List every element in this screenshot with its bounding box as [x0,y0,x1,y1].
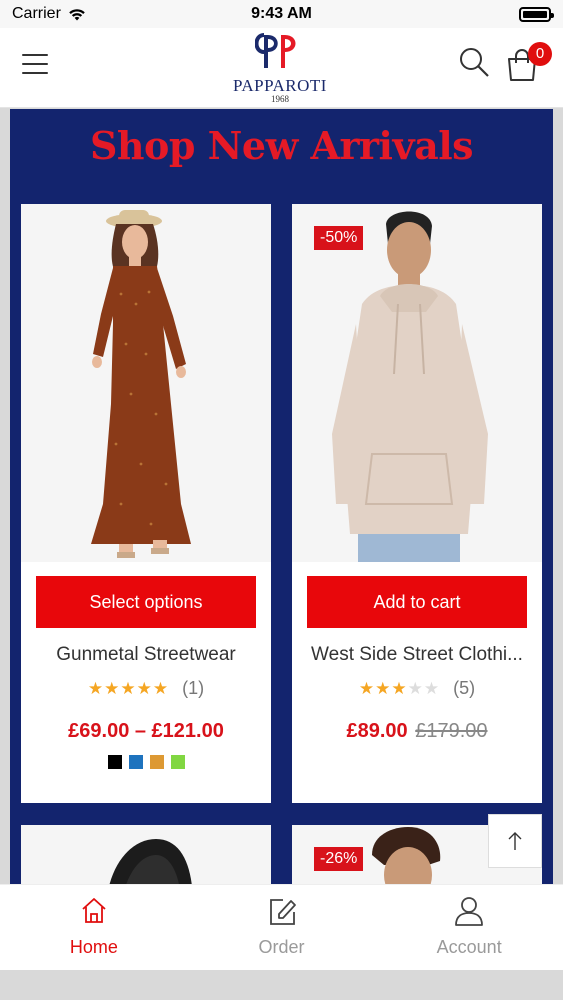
app-header: PAPPAROTI 1968 0 [0,28,563,108]
star-icon: ★★★★★ [87,679,170,698]
nav-order[interactable]: Order [188,885,376,970]
hamburger-icon [22,54,48,56]
select-options-button[interactable]: Select options [36,576,256,628]
bottom-nav: Home Order Account [0,884,563,970]
product-price: £89.00 £179.00 [292,720,542,743]
nav-order-label: Order [258,937,305,957]
product-card[interactable] [21,825,271,884]
cart-button[interactable]: 0 [506,42,552,82]
product-price: £69.00 – £121.00 [68,720,224,742]
logo[interactable]: PAPPAROTI 1968 [230,32,330,104]
new-arrivals-section: Shop New Arrivals Select options Gunmeta… [10,109,553,884]
discount-badge: -26% [314,847,364,871]
shoe-image [21,825,271,884]
user-icon [455,897,484,926]
product-name[interactable]: Gunmetal Streetwear [29,644,263,666]
hoodie-image [292,204,542,562]
home-icon [82,898,106,923]
product-rating: ★★★★★ (1) [21,678,271,699]
product-card[interactable]: -50% Add to cart West Side Street Clothi… [292,204,542,803]
dress-image [21,204,271,562]
product-image[interactable]: -50% [292,204,542,562]
swatch-green[interactable] [170,755,185,769]
edit-icon [269,899,296,925]
wifi-icon [69,8,85,20]
discount-badge: -50% [314,226,364,250]
status-left: Carrier [12,5,87,23]
scroll-to-top-button[interactable] [488,814,542,868]
battery-icon [519,6,554,22]
star-icon: ★★★ [358,679,408,698]
logo-name: PAPPAROTI [233,76,327,95]
sale-price: £89.00 [346,720,408,742]
swatch-orange[interactable] [149,755,164,769]
rating-count: (1) [182,678,205,698]
star-empty-icon: ★★ [407,679,441,698]
product-image[interactable] [21,825,271,884]
nav-account-label: Account [436,937,502,957]
add-to-cart-button[interactable]: Add to cart [307,576,527,628]
logo-mark-icon [254,33,296,68]
menu-button[interactable] [22,54,48,74]
product-image[interactable] [21,204,271,562]
rating-count: (5) [453,678,476,698]
search-button[interactable] [458,46,490,78]
swatch-black[interactable] [107,755,122,769]
color-swatches [21,755,271,769]
swatch-blue[interactable] [128,755,143,769]
cart-count-badge: 0 [528,42,552,66]
product-name[interactable]: West Side Street Clothi... [300,644,534,666]
old-price: £179.00 [415,720,488,742]
nav-home-label: Home [69,937,118,957]
arrow-up-icon [508,832,522,850]
product-rating: ★★★★★ (5) [292,678,542,699]
nav-home[interactable]: Home [0,885,188,970]
nav-account[interactable]: Account [375,885,563,970]
search-icon [460,48,489,77]
product-card[interactable]: Select options Gunmetal Streetwear ★★★★★… [21,204,271,803]
status-bar: Carrier 9:43 AM [0,0,563,28]
section-title: Shop New Arrivals [89,123,474,168]
carrier-label: Carrier [12,5,61,22]
